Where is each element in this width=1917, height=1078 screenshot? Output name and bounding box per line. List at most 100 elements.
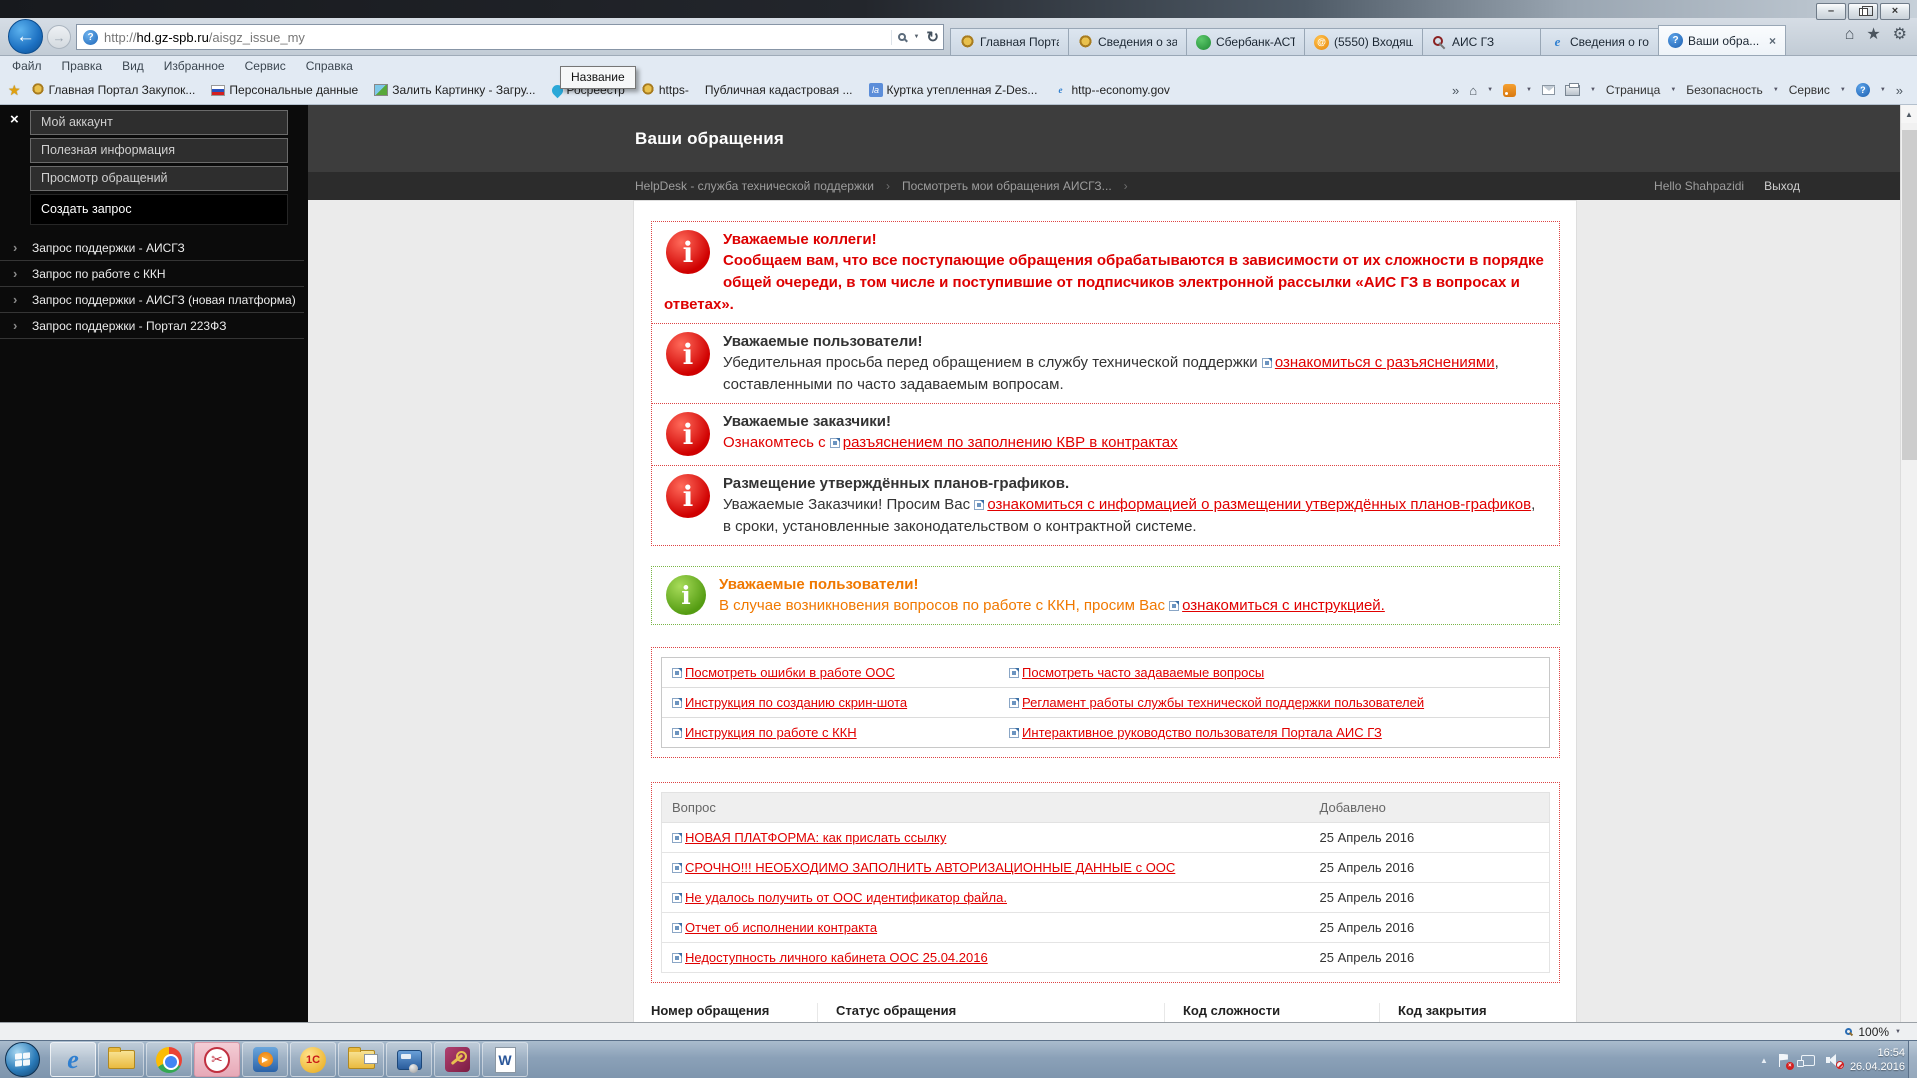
minimize-button[interactable]: – <box>1816 3 1846 20</box>
scrollbar-thumb[interactable] <box>1902 130 1917 460</box>
taskbar-mail-folder[interactable] <box>338 1042 384 1077</box>
refresh-icon[interactable]: ↻ <box>926 30 939 45</box>
taskbar-chrome[interactable] <box>146 1042 192 1077</box>
page-menu[interactable]: Страница <box>1606 83 1660 97</box>
sidebar-item-view-requests[interactable]: Просмотр обращений <box>30 166 288 191</box>
link-kkn-work-instruction[interactable]: Инструкция по работе с ККН <box>672 725 857 740</box>
menu-file[interactable]: Файл <box>12 59 42 73</box>
link-schedules-info[interactable]: ознакомиться с информацией о размещении … <box>974 496 1531 513</box>
action-center-flag-icon[interactable]: × <box>1778 1053 1794 1070</box>
tab-ais-gz[interactable]: АИС ГЗ <box>1422 28 1540 56</box>
add-favorite-icon[interactable]: ★ <box>8 82 21 99</box>
tab-close-icon[interactable]: × <box>1767 34 1776 48</box>
link-explanations[interactable]: ознакомиться с разъяснениями <box>1261 354 1495 371</box>
read-mail-icon[interactable] <box>1541 85 1555 95</box>
menu-favorites[interactable]: Избранное <box>164 59 225 73</box>
taskbar-clock[interactable]: 16:54 26.04.2016 <box>1850 1046 1905 1075</box>
more-favorites-icon[interactable]: » <box>1452 84 1459 97</box>
home-icon[interactable]: ⌂ <box>1469 84 1477 97</box>
question-link[interactable]: СРОЧНО!!! НЕОБХОДИМО ЗАПОЛНИТЬ АВТОРИЗАЦ… <box>672 860 1175 875</box>
taskbar-snipping-tool[interactable]: ✂ <box>194 1042 240 1077</box>
back-button[interactable]: ← <box>8 19 43 54</box>
taskbar-word[interactable]: W <box>482 1042 528 1077</box>
filter-label: Номер обращения <box>651 1003 770 1018</box>
link-oos-errors[interactable]: Посмотреть ошибки в работе ООС <box>672 665 895 680</box>
tools-menu[interactable]: Сервис <box>1789 83 1830 97</box>
more-commands-icon[interactable]: » <box>1896 84 1903 97</box>
show-desktop-button[interactable] <box>1908 1041 1917 1078</box>
favorite-economy-gov[interactable]: e http--economy.gov <box>1053 83 1170 97</box>
favorite-kadastrovaya[interactable]: Публичная кадастровая ... <box>705 83 853 97</box>
rss-icon[interactable] <box>1503 83 1517 97</box>
home-icon[interactable]: ⌂ <box>1845 27 1855 43</box>
search-icon[interactable] <box>898 33 907 41</box>
sidebar-item-request-kkn[interactable]: › Запрос по работе с ККН <box>0 261 304 287</box>
tab-sberbank-ast[interactable]: Сбербанк-АСТ <box>1186 28 1304 56</box>
taskbar-access[interactable] <box>434 1042 480 1077</box>
favorite-https[interactable]: https- <box>640 83 689 97</box>
sidebar-item-request-aisgz[interactable]: › Запрос поддержки - АИСГЗ <box>0 235 304 261</box>
taskbar-media-player[interactable]: ▶ <box>242 1042 288 1077</box>
dropdown-icon[interactable]: ▼ <box>1526 87 1532 93</box>
zoom-level[interactable]: 100% <box>1858 1025 1889 1039</box>
link-interactive-guide[interactable]: Интерактивное руководство пользователя П… <box>1009 725 1382 740</box>
sidebar-item-request-portal223[interactable]: › Запрос поддержки - Портал 223ФЗ <box>0 313 304 339</box>
help-icon[interactable]: ? <box>1855 83 1870 97</box>
sidebar-close-icon[interactable]: × <box>10 111 19 128</box>
link-kvr-explanation[interactable]: разъяснением по заполнению КВР в контрак… <box>829 434 1178 451</box>
question-link[interactable]: Отчет об исполнении контракта <box>672 920 877 935</box>
link-faq[interactable]: Посмотреть часто задаваемые вопросы <box>1009 665 1264 680</box>
sidebar-item-create-request[interactable]: Создать запрос <box>30 194 288 225</box>
favorites-star-icon[interactable]: ★ <box>1866 27 1880 43</box>
taskbar-1c[interactable]: 1С <box>290 1042 336 1077</box>
menu-help[interactable]: Справка <box>306 59 353 73</box>
volume-muted-icon[interactable] <box>1825 1054 1844 1069</box>
url-text[interactable]: http://hd.gz-spb.ru/aisgz_issue_my <box>104 30 891 45</box>
tab-vashi-obrashcheniya[interactable]: ? Ваши обра... × <box>1658 25 1786 56</box>
address-bar[interactable]: ? http://hd.gz-spb.ru/aisgz_issue_my ▼ ↻ <box>76 24 944 50</box>
sidebar-item-my-account[interactable]: Мой аккаунт <box>30 110 288 135</box>
network-icon[interactable] <box>1796 1054 1815 1067</box>
scroll-up-icon[interactable]: ▲ <box>1901 105 1917 123</box>
question-link[interactable]: Недоступность личного кабинета ООС 25.04… <box>672 950 988 965</box>
breadcrumb-my-requests[interactable]: Посмотреть мои обращения АИСГЗ... <box>902 179 1112 193</box>
link-screenshot-instruction[interactable]: Инструкция по созданию скрин-шота <box>672 695 907 710</box>
tab-inbox[interactable]: @(5550) Входящи... <box>1304 28 1422 56</box>
taskbar-internet-explorer[interactable]: e <box>50 1042 96 1077</box>
close-button[interactable]: × <box>1880 3 1910 20</box>
dropdown-icon[interactable]: ▼ <box>1487 87 1493 93</box>
link-kkn-instruction[interactable]: ознакомиться с инструкцией. <box>1169 597 1385 614</box>
show-hidden-icons[interactable]: ▲ <box>1760 1056 1768 1065</box>
security-menu[interactable]: Безопасность <box>1686 83 1763 97</box>
tab-svedeniya-gos[interactable]: eСведения о гос... <box>1540 28 1658 56</box>
zoom-icon[interactable] <box>1845 1028 1853 1035</box>
menu-view[interactable]: Вид <box>122 59 144 73</box>
print-icon[interactable] <box>1564 82 1580 96</box>
settings-gear-icon[interactable]: ⚙ <box>1893 27 1907 43</box>
taskbar-windows-explorer[interactable] <box>98 1042 144 1077</box>
menu-tools[interactable]: Сервис <box>245 59 286 73</box>
favorite-kurtka[interactable]: la Куртка утепленная Z-Des... <box>868 83 1037 97</box>
taskbar-control-panel[interactable] <box>386 1042 432 1077</box>
menu-edit[interactable]: Правка <box>62 59 103 73</box>
question-link[interactable]: НОВАЯ ПЛАТФОРМА: как прислать ссылку <box>672 830 946 845</box>
tab-svedeniya-zaya[interactable]: Сведения о зая... <box>1068 28 1186 56</box>
dropdown-icon[interactable]: ▼ <box>1590 87 1596 93</box>
favorite-personal-data[interactable]: Персональные данные <box>211 83 358 97</box>
favorite-glavnaya[interactable]: Главная Портал Закупок... <box>30 83 195 97</box>
favorite-image-upload[interactable]: Залить Картинку - Загру... <box>374 83 536 97</box>
logout-link[interactable]: Выход <box>1764 179 1800 193</box>
breadcrumb-helpdesk[interactable]: HelpDesk - служба технической поддержки <box>635 179 874 193</box>
restore-button[interactable] <box>1848 3 1878 20</box>
filter-request-number: Номер обращения <box>651 1003 818 1022</box>
zoom-dropdown-icon[interactable]: ▼ <box>1895 1029 1901 1035</box>
sidebar-item-request-aisgz-new[interactable]: › Запрос поддержки - АИСГЗ (новая платфор… <box>0 287 304 313</box>
question-link[interactable]: Не удалось получить от ООС идентификатор… <box>672 890 1007 905</box>
sidebar-item-useful-info[interactable]: Полезная информация <box>30 138 288 163</box>
tab-glavnaya-portal[interactable]: Главная Порта... <box>950 28 1068 56</box>
vertical-scrollbar[interactable]: ▲ <box>1900 105 1917 1022</box>
start-button[interactable] <box>5 1042 40 1077</box>
link-support-regulations[interactable]: Регламент работы службы технической подд… <box>1009 695 1424 710</box>
forward-button[interactable]: → <box>47 25 71 49</box>
search-dropdown-icon[interactable]: ▼ <box>913 34 919 40</box>
